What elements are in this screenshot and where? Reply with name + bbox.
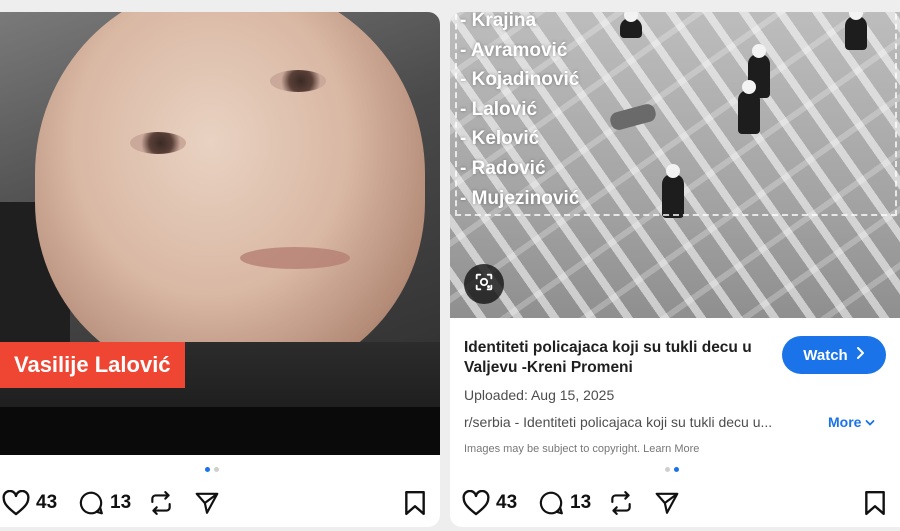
copyright-notice[interactable]: Images may be subject to copyright. Lear… <box>464 443 699 455</box>
comment-icon <box>538 490 564 516</box>
names-list: - Krajina - Avramović - Kojadinović - La… <box>460 12 579 213</box>
carousel-dots <box>665 467 679 472</box>
comment-button[interactable]: 13 <box>538 490 591 516</box>
repost-icon <box>148 490 174 516</box>
bookmark-button[interactable] <box>864 490 886 516</box>
like-button[interactable]: 43 <box>462 490 517 516</box>
list-item: - Mujezinović <box>460 187 580 209</box>
like-count: 43 <box>496 492 518 513</box>
share-icon <box>654 490 680 516</box>
lens-icon <box>473 271 495 298</box>
right-post-photo[interactable]: - Krajina - Avramović - Kojadinović - La… <box>450 12 900 318</box>
chevron-right-icon <box>856 346 865 364</box>
comment-count: 13 <box>110 492 132 513</box>
mouth <box>240 247 350 269</box>
screenshot-stage: Vasilije Lalović 43 13 - Krajina - Avram… <box>0 0 900 531</box>
result-source: r/serbia - Identiteti policajaca koji su… <box>464 414 773 430</box>
right-post-card: - Krajina - Avramović - Kojadinović - La… <box>450 12 900 527</box>
list-item: - Kelović <box>460 128 540 150</box>
left-post-actions: 43 13 <box>0 490 440 526</box>
list-item: - Krajina <box>460 12 537 31</box>
comment-count: 13 <box>570 492 592 513</box>
lens-button[interactable] <box>464 264 504 304</box>
bookmark-button[interactable] <box>404 490 426 516</box>
like-button[interactable]: 43 <box>2 490 57 516</box>
repost-button[interactable] <box>608 490 634 516</box>
right-eye <box>270 70 326 92</box>
uploaded-date: Uploaded: Aug 15, 2025 <box>464 387 615 403</box>
left-post-card: Vasilije Lalović 43 13 <box>0 12 440 527</box>
list-item: - Lalović <box>460 98 538 120</box>
carousel-dots <box>205 467 219 472</box>
heart-icon <box>2 490 30 516</box>
heart-icon <box>462 490 490 516</box>
bookmark-icon <box>864 490 886 516</box>
carousel-dot <box>214 467 219 472</box>
bookmark-icon <box>404 490 426 516</box>
chevron-down-icon <box>865 414 875 430</box>
left-eye <box>130 132 186 154</box>
list-item: - Kojadinović <box>460 69 580 91</box>
list-item: - Radović <box>460 157 546 179</box>
repost-button[interactable] <box>148 490 174 516</box>
carousel-dot-active <box>674 467 679 472</box>
share-button[interactable] <box>194 490 220 516</box>
carousel-dot <box>665 467 670 472</box>
comment-button[interactable]: 13 <box>78 490 131 516</box>
result-title[interactable]: Identiteti policajaca koji su tukli decu… <box>464 338 754 378</box>
carousel-dot-active <box>205 467 210 472</box>
repost-icon <box>608 490 634 516</box>
left-post-photo[interactable]: Vasilije Lalović <box>0 12 440 455</box>
like-count: 43 <box>36 492 58 513</box>
more-link[interactable]: More <box>828 414 875 430</box>
comment-icon <box>78 490 104 516</box>
watch-label: Watch <box>803 346 848 364</box>
more-label: More <box>828 414 862 430</box>
watch-button[interactable]: Watch <box>782 336 886 374</box>
face <box>35 12 425 382</box>
bottom-black-bar <box>0 407 440 455</box>
name-overlay: Vasilije Lalović <box>0 342 185 388</box>
list-item: - Avramović <box>460 39 568 61</box>
share-button[interactable] <box>654 490 680 516</box>
right-post-actions: 43 13 <box>450 490 900 526</box>
share-icon <box>194 490 220 516</box>
